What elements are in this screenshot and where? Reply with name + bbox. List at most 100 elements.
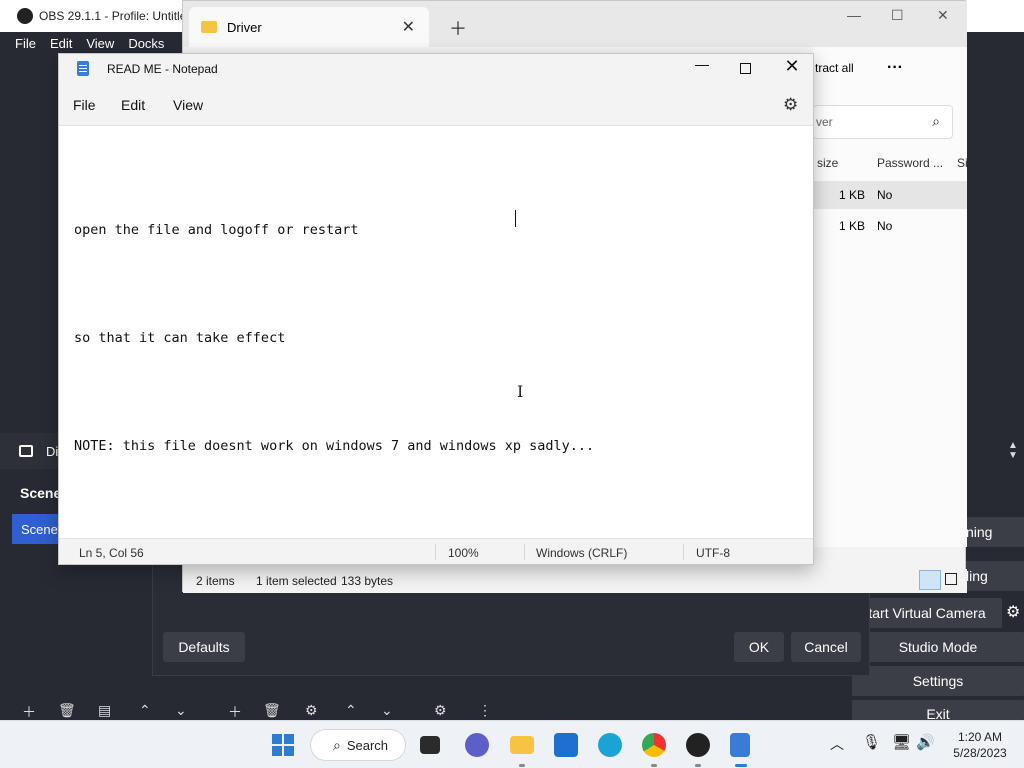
settings-gear-icon[interactable]: ⚙	[783, 95, 798, 115]
settings-button[interactable]: Settings	[852, 666, 1024, 696]
table-row[interactable]: 1 KB No	[813, 212, 967, 240]
encoding: UTF-8	[696, 546, 730, 560]
notepad-taskbar-icon[interactable]	[730, 733, 750, 757]
taskbar-search[interactable]: ⌕ Search	[310, 729, 406, 761]
up-arrow-icon[interactable]: ⌃	[139, 702, 151, 719]
search-icon: ⌕	[333, 736, 341, 753]
network-icon[interactable]: 🖥	[892, 733, 911, 751]
search-placeholder: ver	[816, 115, 833, 129]
row-size: 1 KB	[839, 219, 866, 233]
menu-file[interactable]: File	[73, 97, 96, 113]
menu-view[interactable]: View	[173, 97, 203, 113]
obs-icon[interactable]	[686, 733, 710, 757]
gear-icon[interactable]: ⚙	[434, 702, 447, 719]
obs-scene-item[interactable]: Scene	[12, 514, 60, 544]
ok-button[interactable]: OK	[734, 632, 784, 662]
text-editor-area[interactable]: open the file and logoff or restart so t…	[74, 140, 794, 536]
menu-edit[interactable]: Edit	[121, 97, 145, 113]
obs-source-row[interactable]: Di	[0, 433, 60, 469]
microphone-icon[interactable]: 🎙	[862, 733, 881, 751]
exit-button[interactable]: Exit	[852, 700, 1024, 722]
details-view-icon[interactable]	[919, 570, 941, 590]
filter-icon[interactable]: ▤	[98, 702, 111, 719]
notepad-window: READ ME - Notepad — ✕ File Edit View ⚙ o…	[58, 53, 814, 565]
chrome-icon[interactable]	[642, 733, 666, 757]
close-icon[interactable]: ✕	[937, 7, 949, 24]
volume-icon[interactable]: 🔊	[916, 733, 935, 751]
running-indicator	[651, 764, 657, 767]
more-vertical-icon[interactable]: ⋮	[478, 702, 492, 719]
column-password[interactable]: Password ...	[877, 156, 943, 170]
selection-size: 133 bytes	[341, 574, 394, 588]
explorer-tab[interactable]: Driver ✕	[189, 7, 429, 47]
trash-icon[interactable]: 🗑	[263, 702, 281, 719]
teams-chat-icon[interactable]	[465, 733, 489, 757]
up-arrow-icon[interactable]: ⌃	[345, 702, 357, 719]
text-caret	[515, 210, 516, 227]
obs-menu-view[interactable]: View	[86, 36, 114, 51]
running-indicator	[695, 764, 701, 767]
task-view-icon[interactable]	[420, 736, 440, 754]
new-tab-icon[interactable]: ＋	[449, 15, 467, 41]
add-icon[interactable]: ＋	[228, 702, 242, 722]
obs-scenes-label: Scene	[20, 485, 62, 501]
obs-streaming-button[interactable]: ning	[966, 517, 1024, 547]
clock-time: 1:20 AM	[957, 730, 1003, 744]
clock[interactable]: 1:20 AM 5/28/2023	[950, 729, 1010, 761]
close-icon[interactable]: ✕	[782, 56, 802, 80]
gear-icon[interactable]: ⚙	[305, 702, 318, 719]
tiles-view-icon[interactable]	[945, 573, 957, 585]
virtual-camera-button[interactable]: tart Virtual Camera	[852, 598, 1002, 628]
spin-arrows-icon[interactable]: ▲ ▼	[1008, 441, 1024, 463]
down-arrow-icon[interactable]: ⌄	[381, 702, 393, 719]
text-line: open the file and logoff or restart	[74, 222, 359, 238]
text-line: so that it can take effect	[74, 330, 286, 346]
item-count: 2 items	[196, 574, 235, 588]
column-size[interactable]: size	[817, 156, 838, 170]
cancel-button[interactable]: Cancel	[791, 632, 861, 662]
explorer-tabbar: Driver ✕ ＋ — ☐ ✕	[183, 1, 967, 47]
studio-mode-button[interactable]: Studio Mode	[852, 632, 1024, 662]
folder-icon	[201, 21, 217, 33]
gear-icon[interactable]: ⚙	[1006, 602, 1020, 622]
file-explorer-icon[interactable]	[510, 736, 534, 754]
obs-menu-file[interactable]: File	[15, 36, 36, 51]
taskbar: ⌕ Search ︿ 🎙 🖥 🔊 1:20 AM 5/28/2023	[0, 720, 1024, 768]
add-icon[interactable]: ＋	[22, 702, 36, 722]
search-input[interactable]: ver ⌕	[813, 105, 953, 139]
close-tab-icon[interactable]: ✕	[402, 17, 415, 37]
status-divider	[524, 544, 525, 560]
obs-source-label: Di	[46, 443, 59, 459]
minimize-icon[interactable]: —	[691, 56, 713, 80]
obs-right-strip: ▲ ▼ ning ling	[966, 433, 1024, 598]
trash-icon[interactable]: 🗑	[58, 702, 76, 719]
maximize-icon[interactable]: ☐	[891, 7, 904, 24]
row-password: No	[877, 188, 893, 202]
obs-menu-edit[interactable]: Edit	[50, 36, 72, 51]
selection-count: 1 item selected	[256, 574, 337, 588]
edge-icon[interactable]	[598, 733, 622, 757]
line-ending: Windows (CRLF)	[536, 546, 628, 560]
status-divider	[435, 544, 436, 560]
show-hidden-icons-icon[interactable]: ︿	[830, 734, 844, 754]
store-icon[interactable]	[554, 733, 578, 757]
minimize-icon[interactable]: —	[847, 7, 861, 23]
more-options-icon[interactable]: ···	[887, 59, 903, 77]
notepad-icon	[77, 61, 89, 76]
extract-all-button[interactable]: tract all	[815, 61, 854, 75]
obs-recording-button[interactable]: ling	[966, 561, 1024, 591]
windows-start-icon[interactable]	[272, 734, 294, 756]
row-size: 1 KB	[839, 188, 866, 202]
cursor-position: Ln 5, Col 56	[79, 546, 144, 560]
maximize-icon[interactable]	[740, 63, 751, 74]
notepad-titlebar: READ ME - Notepad — ✕	[59, 54, 813, 84]
down-arrow-icon[interactable]: ⌄	[175, 702, 187, 719]
table-row[interactable]: 1 KB No	[813, 181, 967, 209]
notepad-menubar: File Edit View ⚙	[59, 84, 813, 126]
monitor-icon	[19, 445, 33, 457]
obs-menu-docks[interactable]: Docks	[128, 36, 164, 51]
active-indicator	[735, 764, 747, 767]
column-extra[interactable]: Si	[957, 156, 968, 170]
search-label: Search	[346, 737, 389, 753]
defaults-button[interactable]: Defaults	[163, 632, 245, 662]
